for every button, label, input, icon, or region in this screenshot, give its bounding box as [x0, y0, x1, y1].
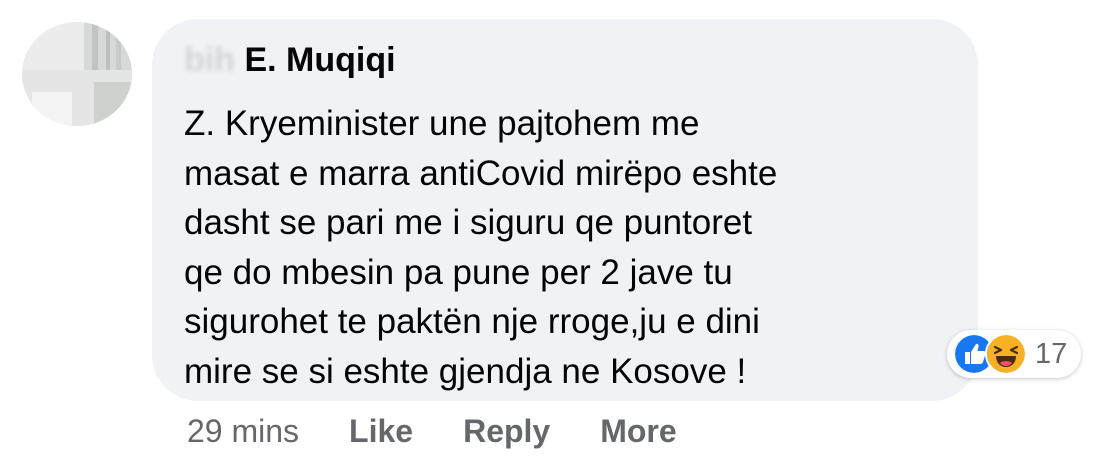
avatar[interactable]: [22, 22, 132, 126]
author-name-obscured: bih: [184, 41, 235, 79]
reactions-summary[interactable]: 17: [947, 330, 1082, 378]
avatar-image: [22, 22, 132, 126]
comment-actions: 29 mins Like Reply More: [187, 413, 677, 450]
comment-timestamp[interactable]: 29 mins: [187, 413, 299, 450]
haha-icon: [985, 333, 1027, 375]
comment-container: bih E. Muqiqi Z. Kryeminister une pajtoh…: [0, 0, 1106, 459]
comment-author[interactable]: bih E. Muqiqi: [184, 41, 396, 80]
reply-button[interactable]: Reply: [463, 413, 550, 450]
author-name: E. Muqiqi: [244, 41, 396, 79]
reaction-count: 17: [1035, 337, 1068, 370]
more-button[interactable]: More: [600, 413, 676, 450]
like-button[interactable]: Like: [349, 413, 413, 450]
comment-bubble: bih E. Muqiqi Z. Kryeminister une pajtoh…: [152, 19, 978, 401]
comment-text: Z. Kryeminister une pajtohem me masat e …: [184, 104, 778, 391]
